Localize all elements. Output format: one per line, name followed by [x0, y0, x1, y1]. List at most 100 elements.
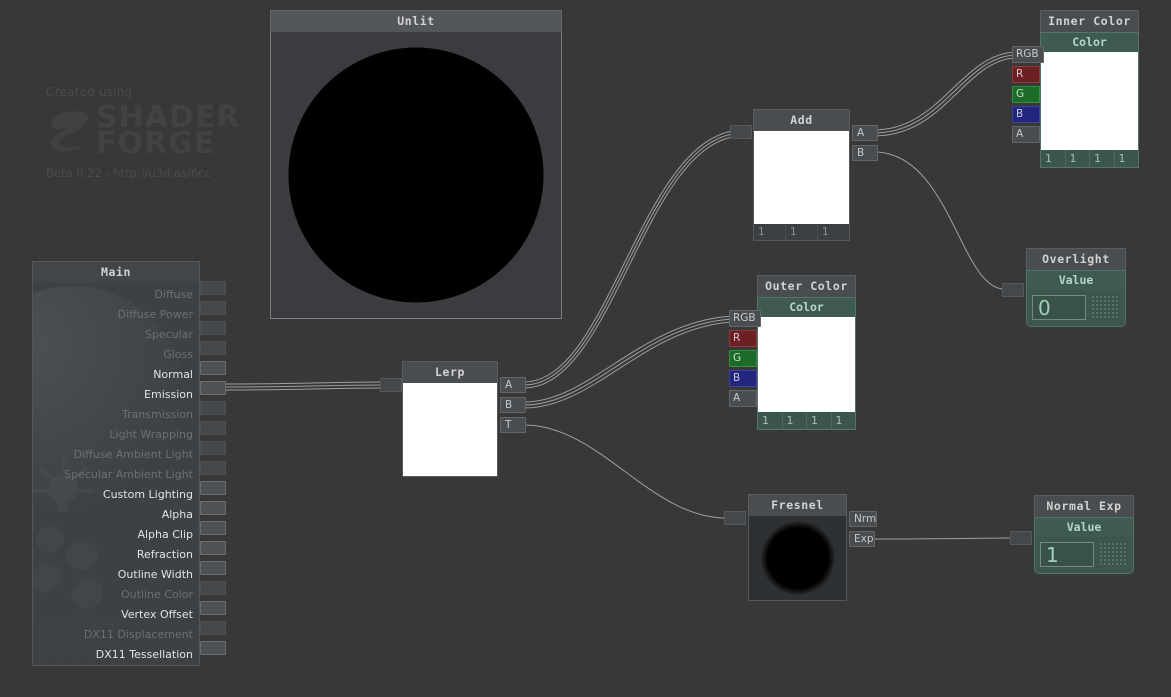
inner-color-output-a[interactable]: A — [1012, 126, 1040, 143]
node-add-title: Add — [753, 109, 850, 131]
node-unlit-preview — [270, 32, 562, 319]
inner-color-output-g[interactable]: G — [1012, 86, 1040, 103]
add-input-b[interactable]: B — [852, 145, 878, 161]
outer-color-value-cell[interactable]: 1 — [783, 412, 807, 429]
inner-color-value-cell[interactable]: 1 — [1066, 150, 1090, 167]
node-inner-color[interactable]: Inner Color Color 1111 — [1040, 10, 1139, 168]
main-property-row: Diffuse — [154, 288, 193, 301]
node-inner-color-title: Inner Color — [1040, 10, 1139, 32]
node-normal-exp-body: 1 — [1034, 537, 1134, 574]
main-property-row: Specular — [144, 328, 193, 341]
node-unlit[interactable]: Unlit — [270, 10, 562, 319]
inner-color-output-b[interactable]: B — [1012, 106, 1040, 123]
add-value-cell[interactable]: 1 — [818, 224, 849, 240]
outer-color-output-a[interactable]: A — [729, 390, 757, 407]
normal-exp-output-socket[interactable] — [1010, 531, 1032, 545]
main-property-socket[interactable] — [200, 421, 226, 435]
main-property-socket[interactable] — [200, 581, 226, 595]
node-fresnel[interactable]: Fresnel — [748, 494, 847, 601]
node-main-input-slots[interactable] — [200, 281, 228, 661]
fresnel-preview-sphere — [760, 521, 835, 595]
lerp-input-a[interactable]: A — [500, 377, 526, 393]
outer-color-output-g[interactable]: G — [729, 350, 757, 367]
node-normal-exp[interactable]: Normal Exp Value 1 — [1034, 495, 1134, 574]
node-fresnel-title: Fresnel — [748, 494, 847, 516]
main-property-socket[interactable] — [200, 641, 226, 655]
add-input-a[interactable]: A — [852, 125, 878, 141]
main-property-row: Light Wrapping — [109, 428, 193, 441]
lerp-output-socket[interactable] — [380, 378, 402, 392]
inner-color-value-cell[interactable]: 1 — [1090, 150, 1115, 167]
outer-color-value-cell[interactable]: 1 — [832, 412, 856, 429]
node-overlight-title: Overlight — [1026, 248, 1126, 270]
node-outer-color-title: Outer Color — [757, 275, 856, 297]
watermark-version-url: Beta 0.22 - http://u3d.as/6cc — [46, 165, 211, 180]
node-outer-color-swatch[interactable] — [757, 317, 856, 412]
add-output-socket[interactable] — [730, 125, 752, 139]
inner-color-output-rgb[interactable]: RGB — [1012, 46, 1044, 63]
main-property-socket[interactable] — [200, 301, 226, 315]
main-property-socket[interactable] — [200, 281, 226, 295]
main-property-socket[interactable] — [200, 381, 226, 395]
main-property-socket[interactable] — [200, 321, 226, 335]
node-outer-color[interactable]: Outer Color Color 1111 — [757, 275, 856, 430]
main-property-row: Custom Lighting — [102, 488, 193, 501]
node-normal-exp-subtitle: Value — [1034, 517, 1134, 537]
main-property-row: Specular Ambient Light — [64, 468, 193, 481]
main-property-socket[interactable] — [200, 501, 226, 515]
main-property-socket[interactable] — [200, 561, 226, 575]
main-property-row: Transmission — [121, 408, 193, 421]
main-property-row: Alpha — [161, 508, 193, 521]
normal-exp-value-input[interactable]: 1 — [1040, 542, 1094, 567]
node-lerp[interactable]: Lerp — [402, 361, 498, 477]
main-property-socket[interactable] — [200, 461, 226, 475]
main-property-socket[interactable] — [200, 521, 226, 535]
fresnel-output-socket[interactable] — [724, 511, 746, 525]
main-property-socket[interactable] — [200, 481, 226, 495]
node-main[interactable]: Main Diffuse Diffuse Power Specular Glos… — [32, 261, 200, 666]
inner-color-output-r[interactable]: R — [1012, 66, 1040, 83]
inner-color-value-cell[interactable]: 1 — [1041, 150, 1066, 167]
inner-color-value-cell[interactable]: 1 — [1115, 150, 1139, 167]
normal-exp-slider-grip-icon[interactable] — [1099, 542, 1127, 567]
node-fresnel-preview — [748, 516, 847, 601]
node-outer-color-subtitle: Color — [757, 297, 856, 317]
main-property-socket[interactable] — [200, 361, 226, 375]
overlight-slider-grip-icon[interactable] — [1091, 295, 1119, 320]
fresnel-input-exp[interactable]: Exp — [849, 531, 875, 547]
main-property-socket[interactable] — [200, 541, 226, 555]
main-property-socket[interactable] — [200, 341, 226, 355]
outer-color-value-cell[interactable]: 1 — [758, 412, 783, 429]
lerp-input-b[interactable]: B — [500, 397, 526, 413]
main-property-socket[interactable] — [200, 441, 226, 455]
outer-color-output-r[interactable]: R — [729, 330, 757, 347]
node-inner-color-swatch[interactable] — [1040, 52, 1139, 150]
main-property-socket[interactable] — [200, 401, 226, 415]
node-add-preview — [754, 131, 849, 224]
outer-color-value-cell[interactable]: 1 — [807, 412, 832, 429]
node-editor-canvas[interactable]: Created using SHADER FORGE Beta 0.22 - h… — [0, 0, 1171, 697]
node-overlight[interactable]: Overlight Value 0 — [1026, 248, 1126, 327]
outer-color-output-b[interactable]: B — [729, 370, 757, 387]
main-property-socket[interactable] — [200, 621, 226, 635]
node-main-body: Diffuse Diffuse Power Specular Gloss Normal E… — [32, 283, 200, 666]
main-property-row: Refraction — [136, 548, 193, 561]
outer-color-output-rgb[interactable]: RGB — [729, 310, 761, 327]
node-add-body: 111 — [753, 131, 850, 241]
node-overlight-body: 0 — [1026, 290, 1126, 327]
fresnel-input-nrm[interactable]: Nrm — [849, 511, 878, 527]
add-value-cell[interactable]: 1 — [786, 224, 818, 240]
main-property-row: DX11 Tessellation — [95, 648, 193, 661]
node-lerp-body — [402, 383, 498, 477]
lerp-input-t[interactable]: T — [500, 417, 526, 433]
node-add[interactable]: Add 111 — [753, 109, 850, 241]
main-property-socket[interactable] — [200, 601, 226, 615]
main-property-row: Outline Width — [117, 568, 193, 581]
overlight-value-input[interactable]: 0 — [1032, 295, 1086, 320]
main-property-row: Emission — [144, 388, 193, 401]
main-property-row: DX11 Displacement — [83, 628, 193, 641]
node-overlight-subtitle: Value — [1026, 270, 1126, 290]
overlight-output-socket[interactable] — [1002, 283, 1024, 297]
node-unlit-title: Unlit — [270, 10, 562, 32]
add-value-cell[interactable]: 1 — [754, 224, 786, 240]
